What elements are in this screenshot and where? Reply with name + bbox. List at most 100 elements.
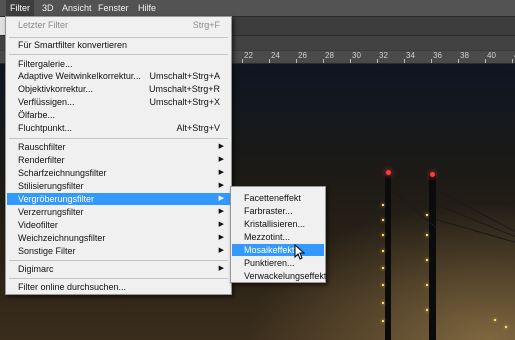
menu-item-sonstige-filter[interactable]: Sonstige Filter ▶ <box>7 245 230 257</box>
submenu-arrow-icon: ▶ <box>218 208 224 215</box>
cable-light <box>382 267 384 269</box>
menu-item-shortcut: Alt+Strg+V <box>176 123 220 133</box>
menu-item-label: Filter online durchsuchen... <box>18 282 127 292</box>
submenu-arrow-icon: ▶ <box>218 182 224 189</box>
ruler-tick-label: 38 <box>460 51 469 60</box>
menu-item-label: Verflüssigen... <box>18 97 75 107</box>
menu-item-letzter-filter[interactable]: Letzter Filter Strg+F <box>7 19 230 31</box>
menu-separator <box>9 138 228 139</box>
ruler-tick-label: 34 <box>406 51 415 60</box>
menu-item-label: Mezzotint... <box>244 232 291 242</box>
menu-item-label: Kristallisieren... <box>244 219 306 229</box>
ruler-tick-label: 26 <box>298 51 307 60</box>
cable-light <box>382 320 384 322</box>
ruler-tick-mark <box>485 59 486 63</box>
menu-item-verfluessigen[interactable]: Verflüssigen... Umschalt+Strg+X <box>7 96 230 108</box>
menu-item-weichzeichnungsfilter[interactable]: Weichzeichnungsfilter ▶ <box>7 232 230 244</box>
menu-item-smartfilter[interactable]: Für Smartfilter konvertieren <box>7 39 230 51</box>
menu-item-label: Ölfarbe... <box>18 110 56 120</box>
cable-light <box>426 309 428 311</box>
submenu-item-farbraster[interactable]: Farbraster... <box>232 205 324 217</box>
ruler-tick-label: 22 <box>244 51 253 60</box>
menu-item-label: Sonstige Filter <box>18 246 76 256</box>
menu-item-shortcut: Umschalt+Strg+A <box>149 71 220 81</box>
ruler-tick-mark <box>512 59 513 63</box>
menu-item-objektivkorrektur[interactable]: Objektivkorrektur... Umschalt+Strg+R <box>7 83 230 95</box>
menu-separator <box>9 278 228 279</box>
submenu-arrow-icon: ▶ <box>218 221 224 228</box>
ruler-tick-label: 36 <box>433 51 442 60</box>
menu-item-shortcut: Strg+F <box>192 20 220 30</box>
menu-item-renderfilter[interactable]: Renderfilter ▶ <box>7 154 230 166</box>
menu-item-digimarc[interactable]: Digimarc ▶ <box>7 263 230 275</box>
ruler-tick-mark <box>458 59 459 63</box>
bridge-pylon-right <box>429 174 436 340</box>
ruler-tick-mark <box>269 59 270 63</box>
ruler-tick-mark <box>377 59 378 63</box>
cable-light <box>426 259 428 261</box>
city-light <box>494 319 496 321</box>
menu-item-filter-online[interactable]: Filter online durchsuchen... <box>7 281 230 293</box>
menu-item-vergroeberungsfilter[interactable]: Vergröberungsfilter ▶ <box>7 193 230 205</box>
ruler-tick-mark <box>323 59 324 63</box>
menu-hilfe[interactable]: Hilfe <box>134 0 160 16</box>
ruler-tick-mark <box>242 59 243 63</box>
cable-light <box>382 234 384 236</box>
menu-item-oelfarbe[interactable]: Ölfarbe... <box>7 109 230 121</box>
menu-item-label: Vergröberungsfilter <box>18 194 95 204</box>
menu-separator <box>9 260 228 261</box>
menu-item-fluchtpunkt[interactable]: Fluchtpunkt... Alt+Strg+V <box>7 122 230 134</box>
menu-item-label: Verwackelungseffekt <box>244 271 327 281</box>
submenu-arrow-icon: ▶ <box>218 169 224 176</box>
menu-item-videofilter[interactable]: Videofilter ▶ <box>7 219 230 231</box>
menu-item-verzerrungsfilter[interactable]: Verzerrungsfilter ▶ <box>7 206 230 218</box>
pylon-warning-light <box>386 170 391 175</box>
menu-item-label: Digimarc <box>18 264 54 274</box>
ruler-tick-label: 40 <box>487 51 496 60</box>
menu-item-scharfzeichnungsfilter[interactable]: Scharfzeichnungsfilter ▶ <box>7 167 230 179</box>
menu-item-rauschfilter[interactable]: Rauschfilter ▶ <box>7 141 230 153</box>
menu-item-label: Fluchtpunkt... <box>18 123 73 133</box>
menu-item-label: Punktieren... <box>244 258 295 268</box>
ruler-tick-label: 28 <box>325 51 334 60</box>
menu-item-label: Rauschfilter <box>18 142 66 152</box>
menu-item-adaptive-weitwinkel[interactable]: Adaptive Weitwinkelkorrektur... Umschalt… <box>7 70 230 82</box>
ruler-tick-label: 24 <box>271 51 280 60</box>
cable-light <box>382 204 384 206</box>
submenu-item-mosaikeffekt[interactable]: Mosaikeffekt... <box>232 244 324 256</box>
menu-item-filtergalerie[interactable]: Filtergalerie... <box>7 58 230 70</box>
cable-light <box>382 219 384 221</box>
menu-3d[interactable]: 3D <box>38 0 58 16</box>
cable-light <box>382 302 384 304</box>
menu-item-stilisierungsfilter[interactable]: Stilisierungsfilter ▶ <box>7 180 230 192</box>
menu-item-label: Objektivkorrektur... <box>18 84 94 94</box>
menu-item-shortcut: Umschalt+Strg+R <box>148 84 220 94</box>
submenu-item-facetteneffekt[interactable]: Facetteneffekt <box>232 192 324 204</box>
menu-ansicht[interactable]: Ansicht <box>58 0 96 16</box>
submenu-arrow-icon: ▶ <box>218 234 224 241</box>
menu-item-label: Für Smartfilter konvertieren <box>18 40 128 50</box>
ruler-tick-mark <box>404 59 405 63</box>
bridge-cable <box>435 189 515 233</box>
cable-light <box>382 284 384 286</box>
menu-item-label: Letzter Filter <box>18 20 69 30</box>
menu-filter[interactable]: Filter <box>6 0 34 16</box>
city-light <box>505 326 507 328</box>
submenu-item-punktieren[interactable]: Punktieren... <box>232 257 324 269</box>
submenu-item-verwackelungseffekt[interactable]: Verwackelungseffekt <box>232 270 327 282</box>
menu-item-label: Stilisierungsfilter <box>18 181 84 191</box>
ruler-tick-mark <box>350 59 351 63</box>
menu-item-label: Adaptive Weitwinkelkorrektur... <box>18 71 141 81</box>
submenu-arrow-icon: ▶ <box>218 265 224 272</box>
ruler-tick-mark <box>296 59 297 63</box>
ruler-tick-mark <box>431 59 432 63</box>
menu-item-label: Scharfzeichnungsfilter <box>18 168 107 178</box>
menu-item-label: Facetteneffekt <box>244 193 301 203</box>
submenu-item-mezzotint[interactable]: Mezzotint... <box>232 231 324 243</box>
menu-fenster[interactable]: Fenster <box>94 0 133 16</box>
submenu-item-kristallisieren[interactable]: Kristallisieren... <box>232 218 324 230</box>
submenu-arrow-icon: ▶ <box>218 143 224 150</box>
submenu-arrow-icon: ▶ <box>218 195 224 202</box>
submenu-arrow-icon: ▶ <box>218 247 224 254</box>
ruler-tick-label: 30 <box>352 51 361 60</box>
